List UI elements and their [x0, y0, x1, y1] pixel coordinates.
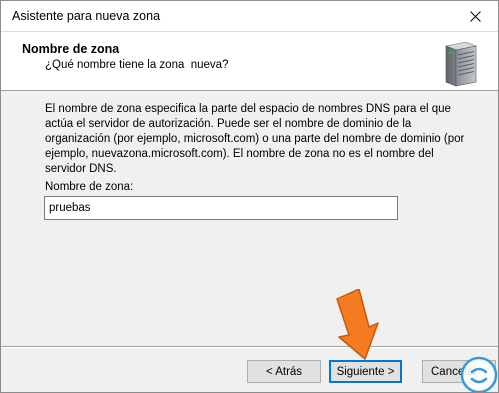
dialog-window: Asistente para nueva zona Nombre de zona… [0, 0, 499, 393]
page-subtitle: ¿Qué nombre tiene la zona nueva? [45, 59, 229, 71]
footer-separator [1, 346, 498, 348]
window-title: Asistente para nueva zona [12, 9, 161, 23]
close-icon [470, 10, 481, 22]
next-button[interactable]: Siguiente > [329, 360, 402, 383]
wizard-content: El nombre de zona especifica la parte de… [1, 92, 498, 340]
orange-arrow-icon [336, 289, 379, 360]
wizard-header: Nombre de zona ¿Qué nombre tiene la zona… [1, 32, 498, 91]
zone-name-label: Nombre de zona: [45, 181, 134, 193]
page-title: Nombre de zona [22, 42, 120, 56]
zone-description: El nombre de zona especifica la parte de… [45, 103, 465, 175]
titlebar[interactable]: Asistente para nueva zona [1, 1, 498, 32]
back-button[interactable]: < Atrás [247, 360, 321, 383]
close-button[interactable] [453, 1, 498, 31]
logo-icon [460, 356, 498, 392]
zone-name-input[interactable] [44, 196, 398, 220]
server-icon [444, 41, 478, 87]
